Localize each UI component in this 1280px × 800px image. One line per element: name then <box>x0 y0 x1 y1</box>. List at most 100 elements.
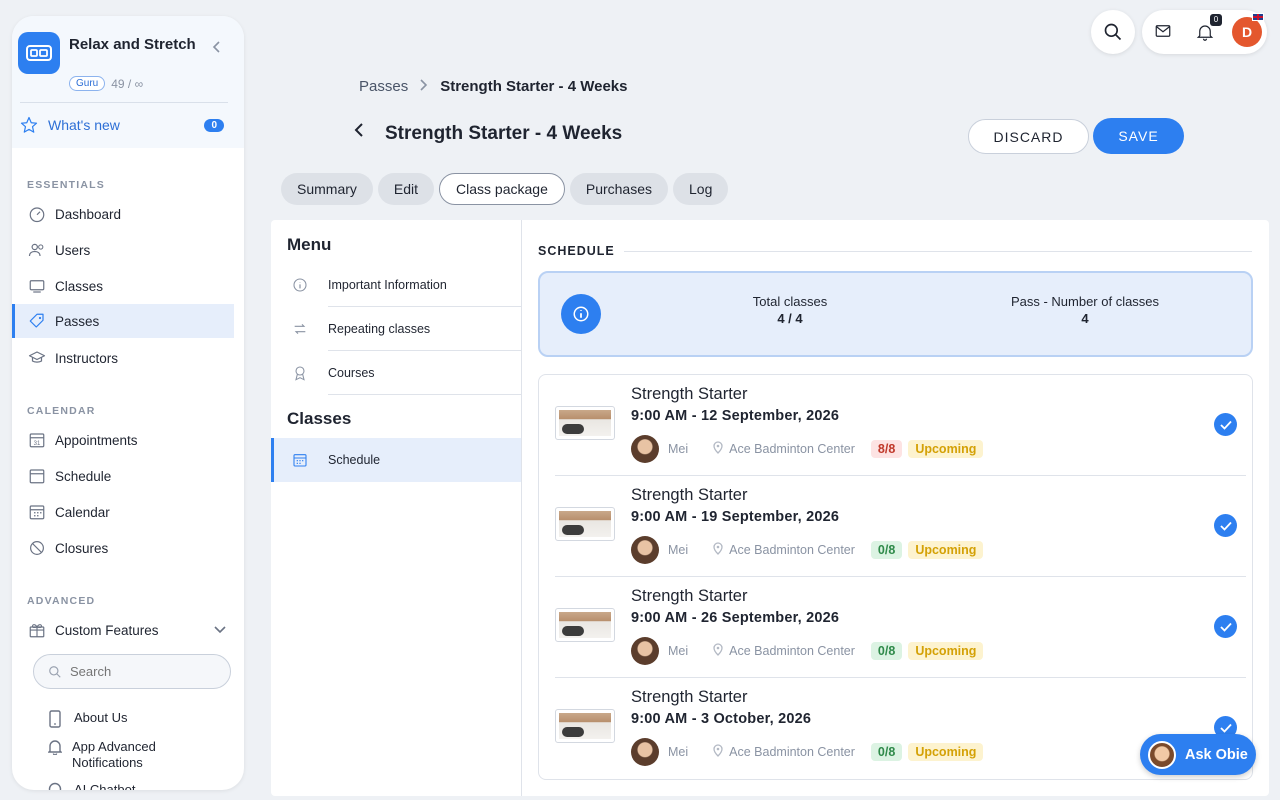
menu-item-label: Repeating classes <box>328 322 431 336</box>
tab-summary[interactable]: Summary <box>281 173 373 205</box>
menu-item-courses[interactable]: Courses <box>271 351 521 395</box>
instructor-avatar <box>631 435 659 463</box>
location-pin-icon <box>713 441 723 457</box>
sidebar-item-calendar[interactable]: Calendar <box>12 495 234 529</box>
info-icon <box>561 294 601 334</box>
notification-count-badge: 0 <box>1210 14 1222 26</box>
class-meta: Mei Ace Badminton Center 0/8 Upcoming <box>631 637 984 665</box>
sidebar-item-label: Instructors <box>55 350 119 366</box>
class-row[interactable]: Strength Starter 9:00 AM - 26 September,… <box>539 577 1252 678</box>
brand-header: Relax and Stretch Guru 49 / ∞ What's new… <box>12 16 244 148</box>
tab-log[interactable]: Log <box>673 173 729 205</box>
discard-button[interactable]: DISCARD <box>968 119 1089 154</box>
brand-logo-icon[interactable] <box>18 32 60 74</box>
class-row[interactable]: Strength Starter 9:00 AM - 12 September,… <box>539 375 1252 476</box>
capacity-badge: 0/8 <box>870 541 903 559</box>
location-name: Ace Badminton Center <box>729 644 855 658</box>
main-card: Menu Important Information Repeating cla… <box>271 220 1269 796</box>
chevron-down-icon <box>214 623 226 637</box>
sidebar-item-custom-features[interactable]: Custom Features <box>12 613 234 647</box>
calendar-31-icon: 31 <box>27 430 47 450</box>
sidebar-item-passes[interactable]: Passes <box>12 304 234 338</box>
check-icon[interactable] <box>1214 514 1237 537</box>
whats-new-count: 0 <box>204 118 224 132</box>
sidebar-item-label: Passes <box>55 313 100 329</box>
class-thumbnail <box>555 507 615 541</box>
sidebar-item-ai-chatbot[interactable]: AI Chatbot <box>48 782 135 790</box>
sidebar-item-label: Custom Features <box>55 622 159 638</box>
usage-count: 49 / ∞ <box>111 76 144 91</box>
uk-flag-icon[interactable] <box>1252 13 1264 21</box>
ask-obie-button[interactable]: Ask Obie <box>1140 734 1256 775</box>
divider <box>624 251 1252 252</box>
location-name: Ace Badminton Center <box>729 745 855 759</box>
breadcrumb-passes-link[interactable]: Passes <box>359 78 408 95</box>
calendar-grid-icon <box>27 502 47 522</box>
graduation-cap-icon <box>27 348 47 368</box>
sidebar-item-dashboard[interactable]: Dashboard <box>12 197 234 231</box>
capacity-badge: 0/8 <box>870 642 903 660</box>
class-row[interactable]: Strength Starter 9:00 AM - 19 September,… <box>539 476 1252 577</box>
sidebar-search[interactable] <box>33 654 231 689</box>
ask-obie-label: Ask Obie <box>1185 746 1248 763</box>
section-title-essentials: ESSENTIALS <box>27 179 105 191</box>
chat-icon <box>48 782 64 790</box>
calendar-icon <box>27 466 47 486</box>
mail-button[interactable] <box>1154 22 1172 45</box>
location-pin-icon <box>713 744 723 760</box>
sidebar-item-users[interactable]: Users <box>12 233 234 267</box>
class-meta: Mei Ace Badminton Center 0/8 Upcoming <box>631 738 984 766</box>
instructor-name: Mei <box>668 644 689 658</box>
menu-item-important-information[interactable]: Important Information <box>271 263 521 307</box>
sidebar-item-label: Appointments <box>55 432 138 448</box>
menu-item-label: Schedule <box>328 453 381 467</box>
back-button[interactable] <box>354 122 364 143</box>
sidebar-item-closures[interactable]: Closures <box>12 531 234 565</box>
breadcrumb-current: Strength Starter - 4 Weeks <box>440 78 628 95</box>
breadcrumb: Passes Strength Starter - 4 Weeks <box>359 78 627 95</box>
sidebar-item-label: Closures <box>55 540 109 556</box>
tab-edit[interactable]: Edit <box>377 173 435 205</box>
tab-class-package[interactable]: Class package <box>439 173 565 205</box>
sidebar-search-input[interactable] <box>70 664 210 679</box>
award-icon <box>290 364 310 382</box>
divider <box>328 394 521 395</box>
capacity-badge: 8/8 <box>870 440 903 458</box>
dashboard-icon <box>27 204 47 224</box>
sidebar-item-about-us[interactable]: About Us <box>48 710 127 732</box>
check-icon[interactable] <box>1214 615 1237 638</box>
status-badge: Upcoming <box>908 743 984 761</box>
save-button[interactable]: SAVE <box>1093 118 1184 154</box>
menu-item-label: Important Information <box>328 278 447 292</box>
sidebar-item-label: AI Chatbot <box>74 782 136 790</box>
sidebar-item-appointments[interactable]: 31 Appointments <box>12 423 234 457</box>
sidebar-item-label: Calendar <box>55 504 110 520</box>
collapse-sidebar-button[interactable] <box>212 40 222 56</box>
schedule-summary-panel: Total classes 4 / 4 Pass - Number of cla… <box>538 271 1253 357</box>
class-thumbnail <box>555 709 615 743</box>
menu-item-schedule[interactable]: Schedule <box>271 438 521 482</box>
class-name: Strength Starter <box>631 587 748 605</box>
repeat-icon <box>290 321 310 337</box>
sidebar-item-instructors[interactable]: Instructors <box>12 341 234 375</box>
sidebar-item-schedule[interactable]: Schedule <box>12 459 234 493</box>
menu-item-repeating-classes[interactable]: Repeating classes <box>271 307 521 351</box>
schedule-title: SCHEDULE <box>538 244 615 258</box>
sidebar-item-app-advanced-notifications[interactable]: App Advanced Notifications <box>47 739 198 771</box>
instructor-avatar <box>631 536 659 564</box>
sidebar-item-classes[interactable]: Classes <box>12 269 234 303</box>
sidebar-item-label: About Us <box>74 710 128 725</box>
tab-purchases[interactable]: Purchases <box>569 173 669 205</box>
menu-heading: Menu <box>287 235 332 254</box>
svg-text:31: 31 <box>34 441 41 447</box>
check-icon[interactable] <box>1214 413 1237 436</box>
whats-new-link[interactable]: What's new 0 <box>20 116 224 134</box>
total-classes-label: Total classes <box>752 294 828 309</box>
global-search-button[interactable] <box>1091 10 1135 54</box>
user-avatar[interactable]: D <box>1232 17 1262 47</box>
assistant-avatar <box>1148 740 1176 769</box>
section-title-calendar: CALENDAR <box>27 405 96 417</box>
class-thumbnail <box>555 608 615 642</box>
pass-classes-label: Pass - Number of classes <box>1010 294 1160 309</box>
menu-item-label: Courses <box>328 366 375 380</box>
